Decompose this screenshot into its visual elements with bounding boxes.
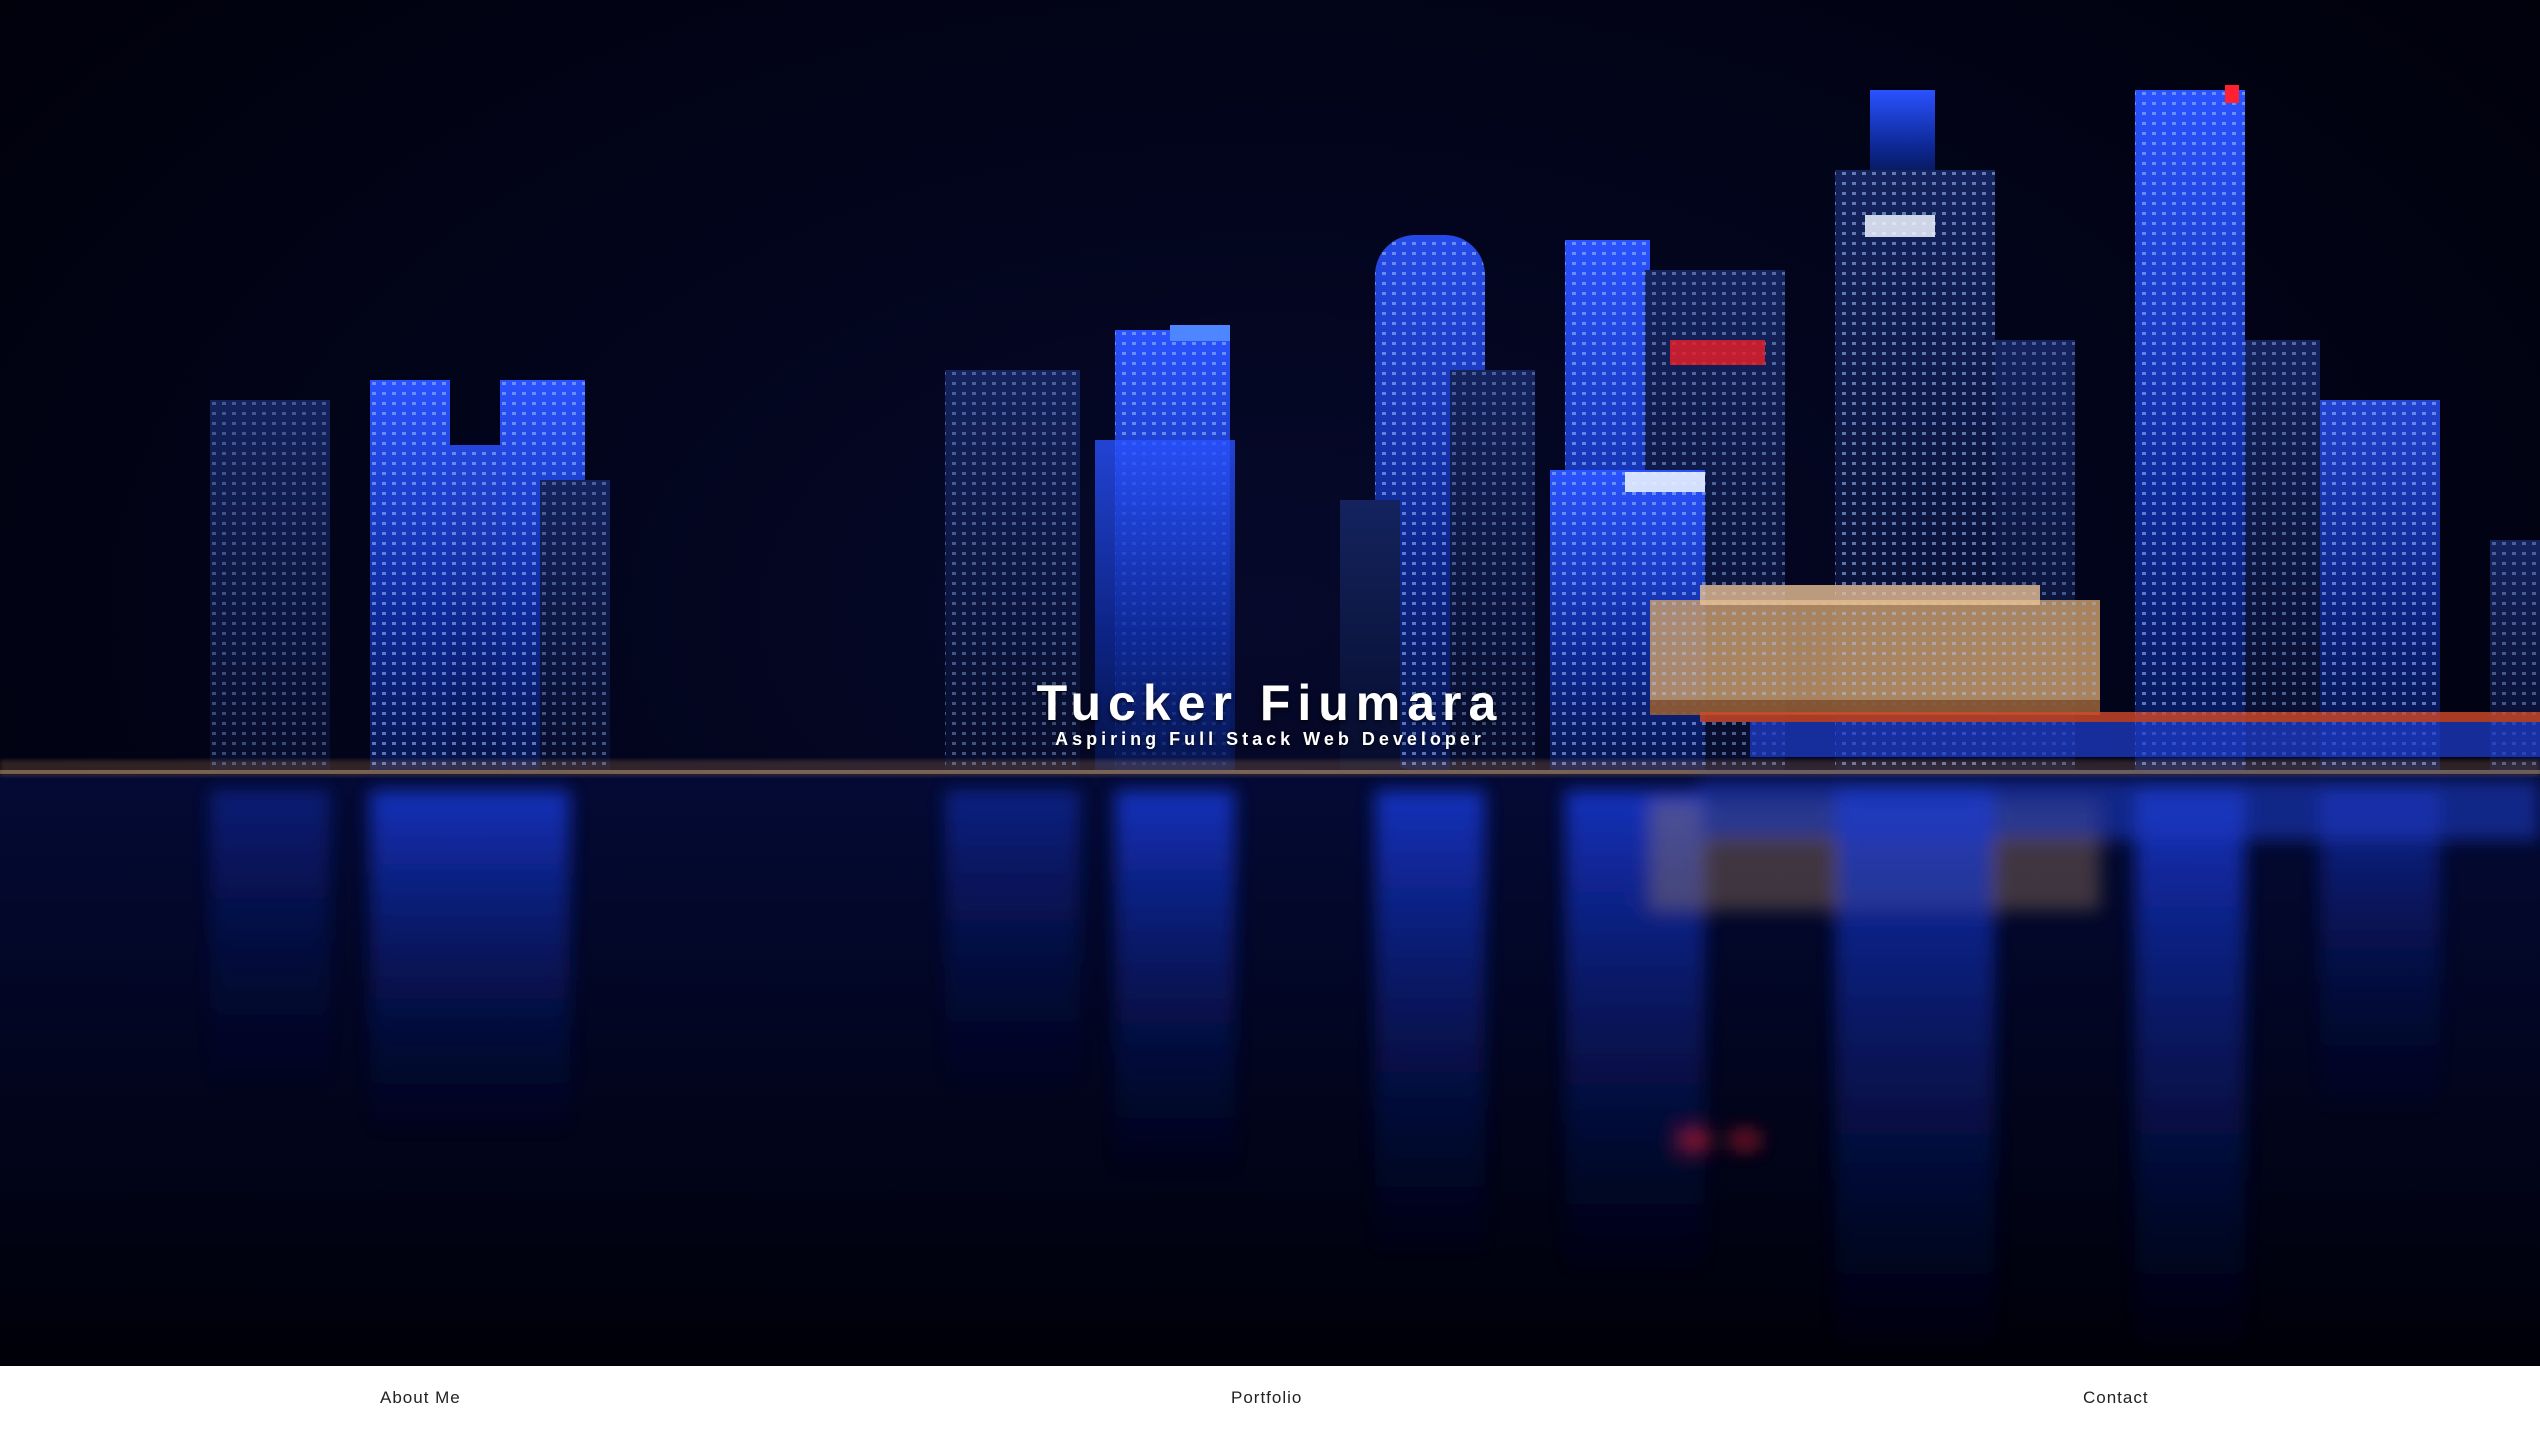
nav-link-contact[interactable]: Contact <box>2083 1388 2149 1408</box>
nav-link-portfolio[interactable]: Portfolio <box>1231 1388 1302 1408</box>
hero-text-block: Tucker Fiumara Aspiring Full Stack Web D… <box>0 675 2540 749</box>
nav-link-about-me[interactable]: About Me <box>380 1388 461 1408</box>
bottom-navbar: About Me Portfolio Contact <box>0 1366 2540 1431</box>
hero-section: Tucker Fiumara Aspiring Full Stack Web D… <box>0 0 2540 1366</box>
hero-title: Tucker Fiumara <box>1036 675 1504 731</box>
hero-subtitle: Aspiring Full Stack Web Developer <box>1055 729 1485 749</box>
page: Tucker Fiumara Aspiring Full Stack Web D… <box>0 0 2540 1431</box>
